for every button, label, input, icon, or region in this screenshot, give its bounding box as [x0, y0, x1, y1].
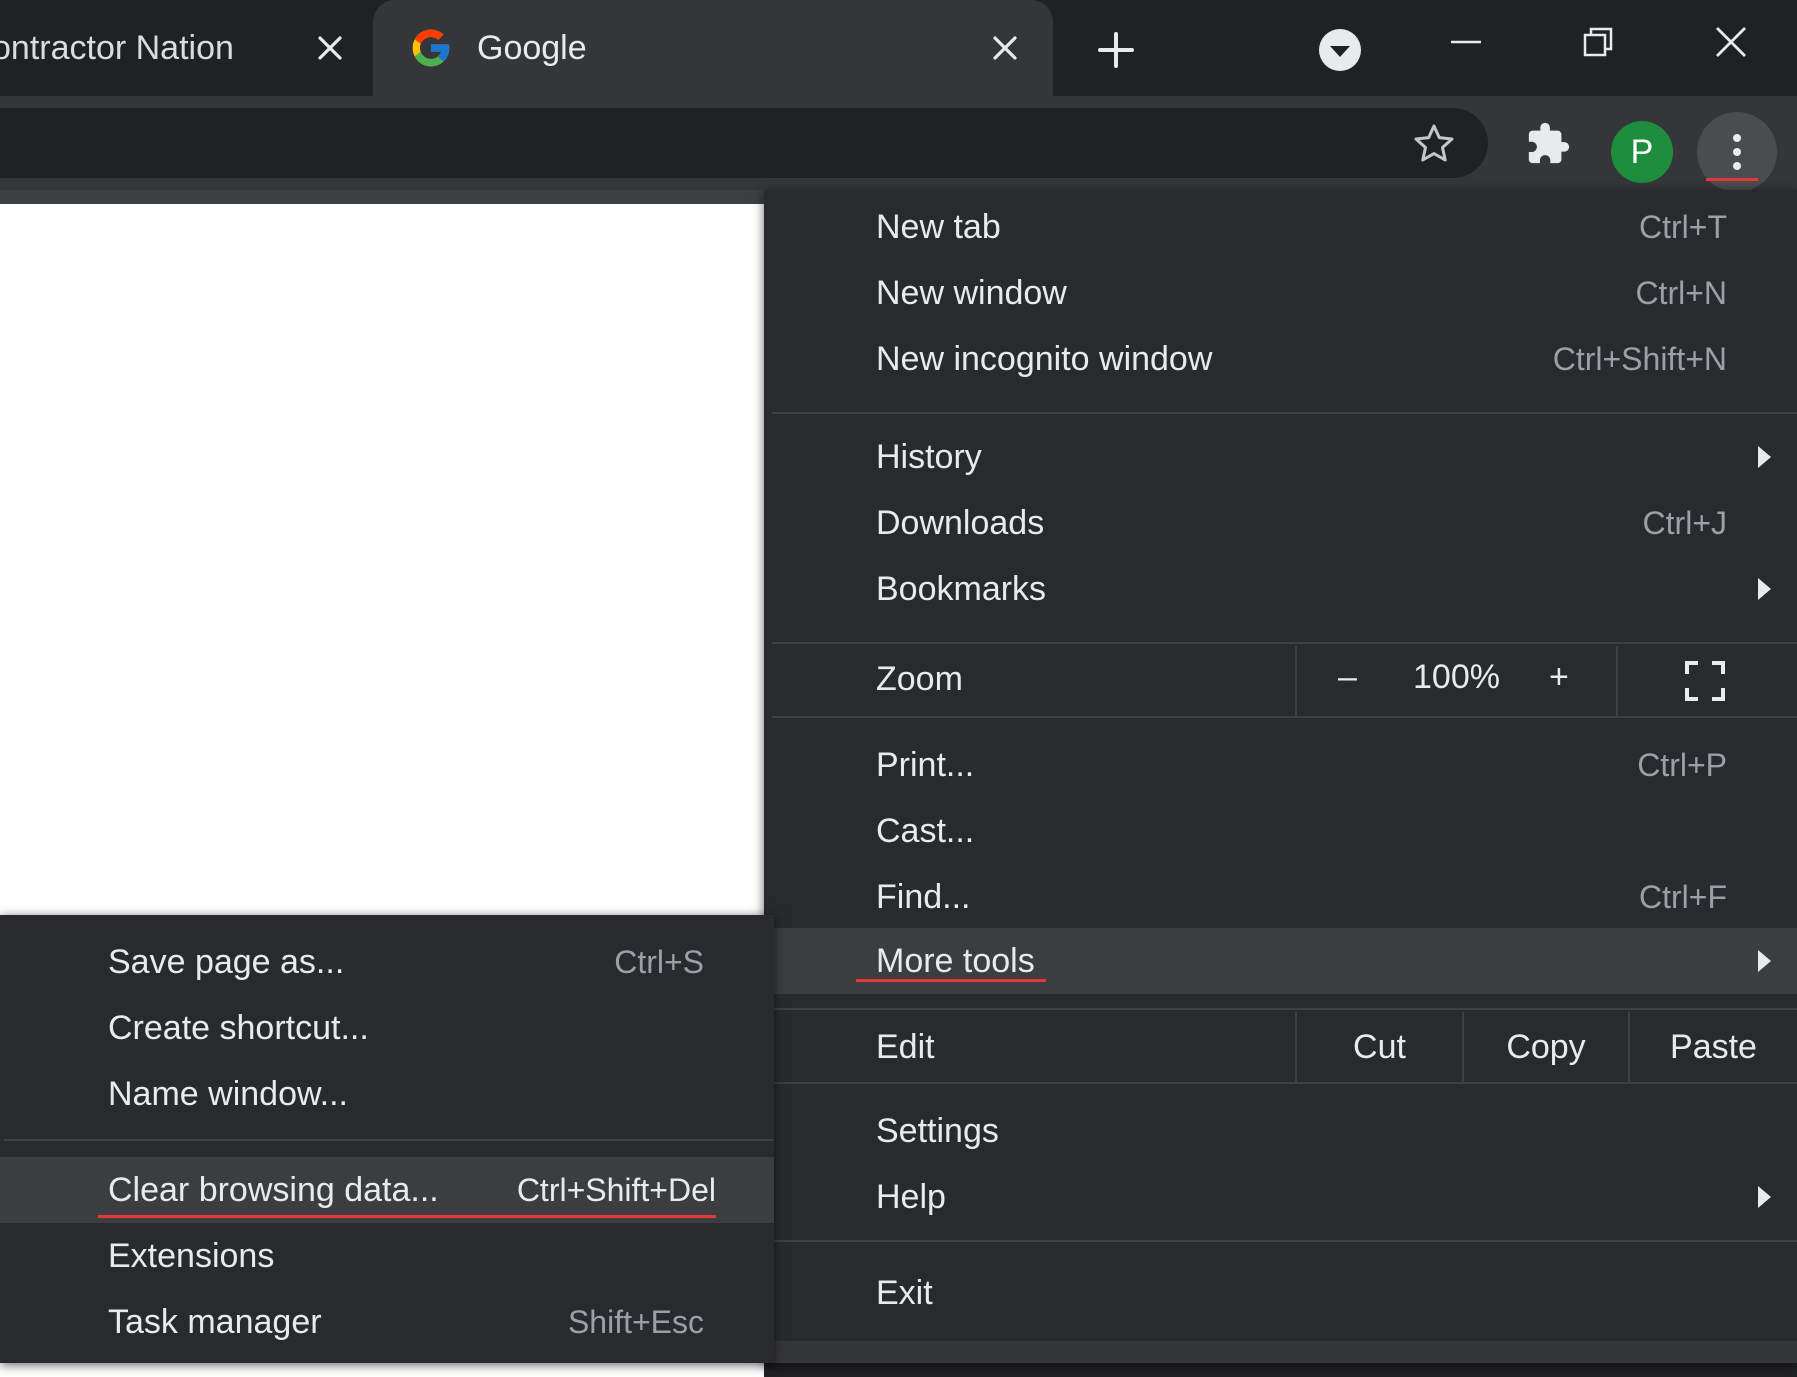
google-icon: [412, 29, 450, 67]
menu-separator: [4, 1139, 774, 1141]
menu-item-label: Exit: [876, 1273, 933, 1312]
menu-item-settings[interactable]: Settings: [764, 1098, 1797, 1164]
tab-title: Google: [477, 28, 587, 67]
menu-item-exit[interactable]: Exit: [764, 1260, 1797, 1326]
more-tools-submenu: Save page as... Ctrl+S Create shortcut..…: [0, 915, 774, 1363]
menu-item-label: Find...: [876, 877, 971, 916]
edit-label: Edit: [876, 1028, 935, 1066]
menu-item-history[interactable]: History: [764, 424, 1797, 490]
menu-item-label: Settings: [876, 1111, 999, 1150]
menu-item-label: Save page as...: [108, 942, 345, 981]
cut-button[interactable]: Cut: [1297, 1012, 1462, 1082]
star-icon[interactable]: [1408, 118, 1460, 170]
clear-browsing-data-underline: [98, 1215, 716, 1218]
menu-item-create-shortcut[interactable]: Create shortcut...: [0, 995, 774, 1061]
menu-item-label: Print...: [876, 745, 975, 784]
menu-item-shortcut: Ctrl+F: [1639, 878, 1727, 915]
menu-item-name-window[interactable]: Name window...: [0, 1061, 774, 1127]
close-icon[interactable]: [308, 26, 352, 70]
divider: [1295, 646, 1297, 716]
avatar[interactable]: P: [1611, 121, 1673, 183]
tab-strip: ontractor Nation Google: [0, 0, 1797, 96]
restore-icon[interactable]: [1566, 18, 1630, 66]
menu-item-bookmarks[interactable]: Bookmarks: [764, 556, 1797, 622]
menu-item-new-tab[interactable]: New tab Ctrl+T: [764, 194, 1797, 260]
menu-item-label: New window: [876, 273, 1067, 312]
tab-google[interactable]: Google: [373, 0, 1053, 96]
submenu-arrow-icon: [1758, 446, 1771, 468]
menu-item-label: Name window...: [108, 1074, 348, 1113]
menu-item-clear-browsing-data[interactable]: Clear browsing data... Ctrl+Shift+Del: [0, 1157, 774, 1223]
zoom-in-button[interactable]: +: [1549, 658, 1569, 697]
menu-item-label: Extensions: [108, 1236, 275, 1275]
menu-item-task-manager[interactable]: Task manager Shift+Esc: [0, 1289, 774, 1355]
menu-item-more-tools[interactable]: More tools: [764, 928, 1797, 994]
menu-item-label: Clear browsing data...: [108, 1170, 439, 1209]
tab-title: ontractor Nation: [0, 28, 234, 67]
menu-item-shortcut: Ctrl+S: [614, 943, 704, 980]
menu-item-label: Cast...: [876, 811, 975, 850]
puzzle-icon[interactable]: [1522, 118, 1574, 170]
menu-item-save-page-as[interactable]: Save page as... Ctrl+S: [0, 929, 774, 995]
zoom-row: Zoom – 100% +: [764, 646, 1797, 716]
fullscreen-icon[interactable]: [1684, 660, 1726, 707]
close-icon[interactable]: [1699, 18, 1763, 66]
page-top-band: [0, 190, 764, 204]
menu-item-shortcut: Ctrl+T: [1639, 208, 1727, 245]
menu-item-label: Task manager: [108, 1302, 322, 1341]
menu-item-label: New tab: [876, 207, 1001, 246]
menu-item-label: New incognito window: [876, 339, 1213, 378]
menu-item-label: Downloads: [876, 503, 1045, 542]
submenu-arrow-icon: [1758, 578, 1771, 600]
menu-separator: [772, 642, 1797, 644]
menu-item-label: Create shortcut...: [108, 1008, 369, 1047]
address-bar[interactable]: [0, 108, 1488, 178]
menu-separator: [772, 716, 1797, 718]
menu-footer: [764, 1341, 1797, 1363]
menu-item-shortcut: Ctrl+P: [1637, 746, 1727, 783]
menu-item-shortcut: Ctrl+J: [1642, 504, 1727, 541]
zoom-out-button[interactable]: –: [1338, 658, 1357, 697]
menu-item-label: More tools: [876, 941, 1035, 980]
tab-contractor-nation[interactable]: ontractor Nation: [0, 0, 370, 96]
minimize-icon[interactable]: [1434, 18, 1498, 66]
menu-item-downloads[interactable]: Downloads Ctrl+J: [764, 490, 1797, 556]
divider: [1616, 646, 1618, 716]
edit-row: Edit Cut Copy Paste: [764, 1012, 1797, 1082]
menu-separator: [772, 1082, 1797, 1084]
submenu-arrow-icon: [1758, 950, 1771, 972]
menu-separator: [772, 412, 1797, 414]
menu-item-cast[interactable]: Cast...: [764, 798, 1797, 864]
menu-item-shortcut: Ctrl+Shift+Del: [516, 1171, 716, 1208]
submenu-arrow-icon: [1758, 1186, 1771, 1208]
menu-item-shortcut: Ctrl+N: [1635, 274, 1727, 311]
menu-item-print[interactable]: Print... Ctrl+P: [764, 732, 1797, 798]
menu-separator: [772, 1240, 1797, 1242]
menu-item-new-incognito-window[interactable]: New incognito window Ctrl+Shift+N: [764, 326, 1797, 392]
menu-separator: [772, 1008, 1797, 1010]
menu-item-help[interactable]: Help: [764, 1164, 1797, 1230]
more-tools-underline: [856, 979, 1046, 982]
menu-item-label: Help: [876, 1177, 946, 1216]
menu-item-extensions[interactable]: Extensions: [0, 1223, 774, 1289]
plus-icon[interactable]: [1092, 26, 1140, 74]
menu-item-shortcut: Shift+Esc: [567, 1303, 704, 1340]
tab-search-icon[interactable]: [1316, 26, 1364, 74]
menu-item-shortcut: Ctrl+Shift+N: [1552, 340, 1727, 377]
menu-button-underline: [1706, 178, 1758, 181]
menu-item-find[interactable]: Find... Ctrl+F: [764, 864, 1797, 930]
zoom-level: 100%: [1413, 658, 1500, 696]
menu-item-label: History: [876, 437, 982, 476]
copy-button[interactable]: Copy: [1464, 1012, 1628, 1082]
menu-item-label: Bookmarks: [876, 569, 1047, 608]
close-icon[interactable]: [983, 26, 1027, 70]
menu-item-new-window[interactable]: New window Ctrl+N: [764, 260, 1797, 326]
chrome-main-menu: New tab Ctrl+T New window Ctrl+N New inc…: [764, 190, 1797, 1363]
zoom-label: Zoom: [876, 660, 963, 698]
browser-toolbar: [0, 96, 1797, 190]
paste-button[interactable]: Paste: [1630, 1012, 1797, 1082]
